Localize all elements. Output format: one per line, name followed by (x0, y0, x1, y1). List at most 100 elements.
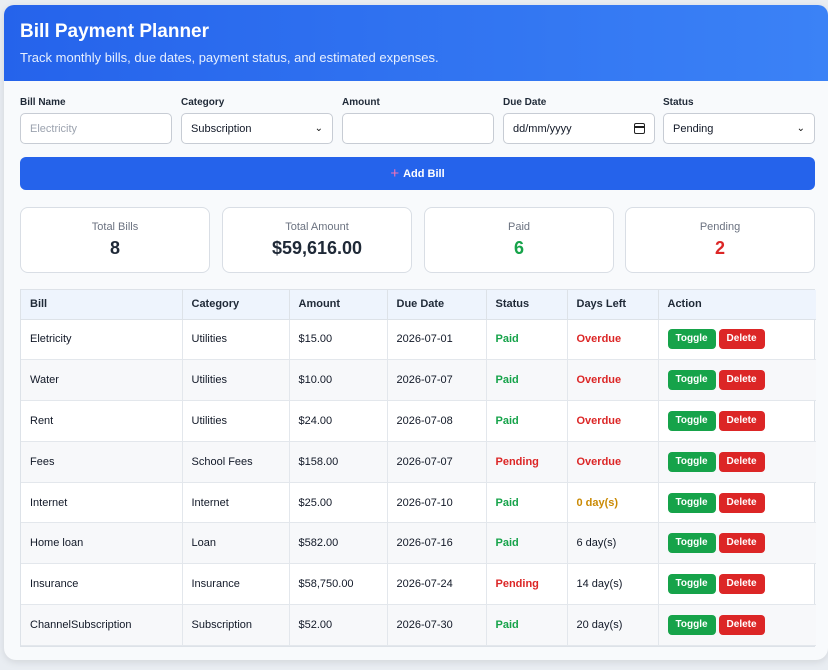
cell-days-left: 20 day(s) (567, 604, 659, 646)
cell-category: Insurance (182, 563, 290, 606)
cell-bill: ChannelSubscription (21, 604, 183, 646)
table-row: Internet Internet $25.00 2026-07-10 Paid 0 da… (21, 482, 816, 524)
plus-icon: + (390, 165, 400, 182)
cell-status: Pending (486, 563, 568, 606)
cell-due-date: 2026-07-30 (387, 604, 487, 646)
stat-total-bills: Total Bills 8 (20, 207, 210, 273)
amount-input[interactable] (342, 113, 494, 144)
toggle-button[interactable]: Toggle (667, 370, 716, 391)
status-field: Status Pending ⌄ (663, 97, 815, 144)
app-card: Bill Payment Planner Track monthly bills… (4, 5, 828, 660)
cell-bill: Eletricity (21, 319, 183, 361)
cell-category: Utilities (182, 319, 290, 361)
delete-button[interactable]: Delete (718, 451, 765, 472)
delete-button[interactable]: Delete (718, 329, 765, 350)
due-date-field: Due Date dd/mm/yyyy (503, 97, 655, 144)
amount-field: Amount (342, 97, 494, 144)
delete-button[interactable]: Delete (718, 614, 765, 635)
cell-due-date: 2026-07-07 (387, 359, 487, 402)
col-header-days-left: Days Left (567, 290, 659, 320)
delete-button[interactable]: Delete (718, 370, 765, 391)
due-date-input[interactable]: dd/mm/yyyy (503, 113, 655, 144)
col-header-status: Status (486, 290, 568, 320)
cell-status: Paid (486, 482, 568, 524)
page-title: Bill Payment Planner (20, 21, 210, 42)
cell-due-date: 2026-07-08 (387, 400, 487, 442)
stat-pending: Pending 2 (625, 207, 815, 273)
cell-bill: Rent (21, 400, 183, 442)
table-header-row: Bill Category Amount Due Date Status Day… (21, 290, 816, 320)
toggle-button[interactable]: Toggle (667, 329, 716, 350)
cell-due-date: 2026-07-10 (387, 482, 487, 524)
cell-category: Utilities (182, 400, 290, 442)
cell-due-date: 2026-07-07 (387, 441, 487, 483)
cell-amount: $582.00 (289, 522, 388, 565)
status-select[interactable]: Pending ⌄ (663, 113, 815, 144)
cell-amount: $15.00 (289, 319, 388, 361)
table-row: Eletricity Utilities $15.00 2026-07-01 Paid O… (21, 319, 816, 361)
cell-bill: Insurance (21, 563, 183, 606)
table-row: Rent Utilities $24.00 2026-07-08 Paid Overdue… (21, 400, 816, 442)
table-row: Home loan Loan $582.00 2026-07-16 Paid 6 day(… (21, 522, 816, 565)
add-bill-label: Add Bill (403, 167, 445, 180)
cell-status: Paid (486, 400, 568, 442)
cell-days-left: Overdue (567, 400, 659, 442)
col-header-due-date: Due Date (387, 290, 487, 320)
table-row: Fees School Fees $158.00 2026-07-07 Pending O… (21, 441, 816, 483)
toggle-button[interactable]: Toggle (667, 574, 716, 595)
stat-total-amount: Total Amount $59,616.00 (222, 207, 412, 273)
cell-amount: $158.00 (289, 441, 388, 483)
cell-days-left: Overdue (567, 359, 659, 402)
cell-action: Toggle Delete (658, 359, 816, 402)
cell-bill: Internet (21, 482, 183, 524)
cell-action: Toggle Delete (658, 400, 816, 442)
toggle-button[interactable]: Toggle (667, 492, 716, 513)
delete-button[interactable]: Delete (718, 533, 765, 554)
cell-days-left: 6 day(s) (567, 522, 659, 565)
header: Bill Payment Planner Track monthly bills… (4, 5, 828, 81)
delete-button[interactable]: Delete (718, 410, 765, 431)
cell-amount: $10.00 (289, 359, 388, 402)
due-date-label: Due Date (503, 97, 547, 108)
cell-amount: $58,750.00 (289, 563, 388, 606)
cell-bill: Fees (21, 441, 183, 483)
cell-status: Paid (486, 359, 568, 402)
table-row: Insurance Insurance $58,750.00 2026-07-24 Pe… (21, 563, 816, 606)
cell-category: Internet (182, 482, 290, 524)
cell-days-left: 14 day(s) (567, 563, 659, 606)
toggle-button[interactable]: Toggle (667, 451, 716, 472)
status-label: Status (663, 97, 694, 108)
cell-action: Toggle Delete (658, 522, 816, 565)
calendar-icon[interactable] (634, 123, 645, 134)
cell-amount: $52.00 (289, 604, 388, 646)
page-subtitle: Track monthly bills, due dates, payment … (20, 50, 439, 65)
table-row: ChannelSubscription Subscription $52.00 202… (21, 604, 816, 646)
cell-action: Toggle Delete (658, 482, 816, 524)
cell-bill: Home loan (21, 522, 183, 565)
chevron-down-icon: ⌄ (314, 123, 323, 134)
cell-status: Pending (486, 441, 568, 483)
bill-name-input[interactable]: Electricity (20, 113, 172, 144)
cell-action: Toggle Delete (658, 563, 816, 606)
cell-action: Toggle Delete (658, 441, 816, 483)
bill-name-field: Bill Name Electricity (20, 97, 172, 144)
toggle-button[interactable]: Toggle (667, 533, 716, 554)
cell-status: Paid (486, 319, 568, 361)
stats-row: Total Bills 8 Total Amount $59,616.00 Pa… (20, 207, 815, 273)
category-label: Category (181, 97, 225, 108)
col-header-bill: Bill (21, 290, 183, 320)
col-header-category: Category (182, 290, 290, 320)
bill-name-label: Bill Name (20, 97, 66, 108)
toggle-button[interactable]: Toggle (667, 614, 716, 635)
cell-amount: $25.00 (289, 482, 388, 524)
cell-category: Loan (182, 522, 290, 565)
add-bill-button[interactable]: + Add Bill (20, 157, 815, 190)
cell-due-date: 2026-07-16 (387, 522, 487, 565)
toggle-button[interactable]: Toggle (667, 410, 716, 431)
category-select[interactable]: Subscription ⌄ (181, 113, 333, 144)
cell-action: Toggle Delete (658, 319, 816, 361)
cell-category: Utilities (182, 359, 290, 402)
delete-button[interactable]: Delete (718, 574, 765, 595)
delete-button[interactable]: Delete (718, 492, 765, 513)
table-row: Water Utilities $10.00 2026-07-07 Paid Overdu… (21, 359, 816, 402)
